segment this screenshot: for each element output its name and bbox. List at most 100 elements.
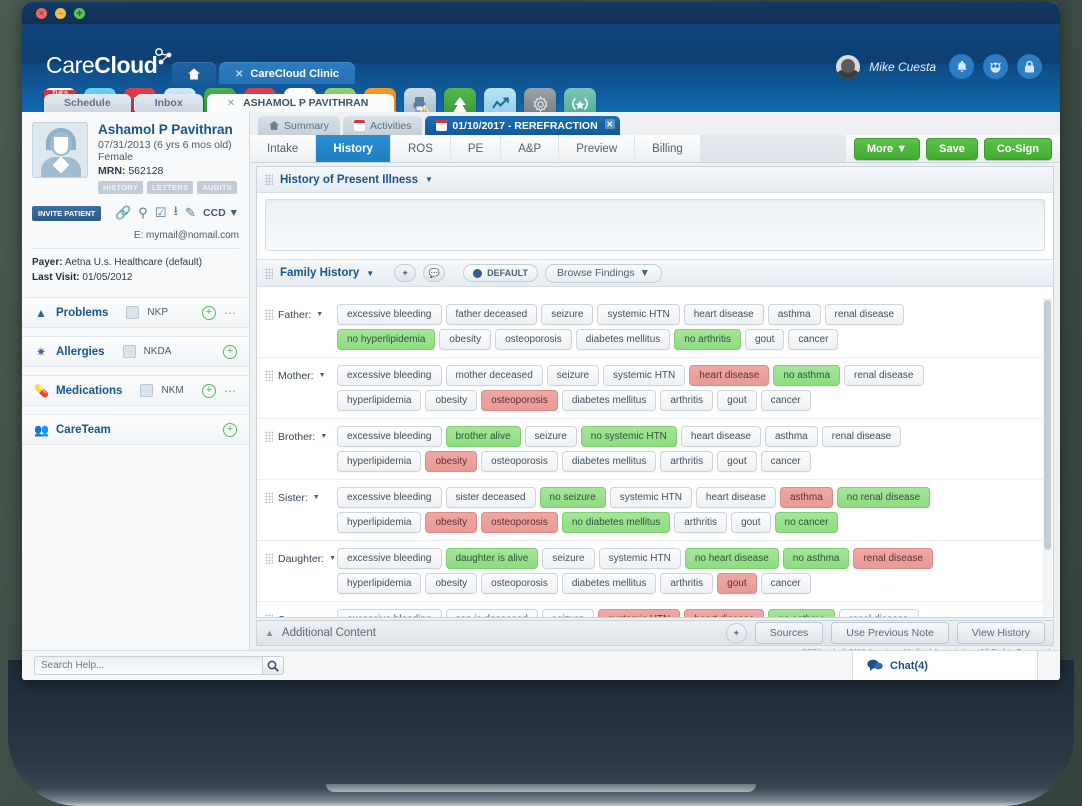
- finding-tag[interactable]: mother deceased: [446, 365, 543, 386]
- hpi-section-header[interactable]: History of Present Illness ▼: [257, 167, 1053, 193]
- co-sign-button[interactable]: Co-Sign: [984, 138, 1052, 160]
- finding-tag[interactable]: obesity: [439, 329, 491, 350]
- pencil-icon[interactable]: ✎: [185, 205, 196, 221]
- finding-tag[interactable]: brother alive: [446, 426, 521, 447]
- add-careteam-button[interactable]: +: [223, 423, 237, 437]
- comment-icon[interactable]: 💬: [423, 264, 445, 282]
- finding-tag[interactable]: osteoporosis: [481, 512, 558, 533]
- allergies-checkbox[interactable]: [123, 345, 136, 358]
- sidebar-item-medications[interactable]: 💊 Medications NKM + ⋯: [22, 375, 249, 406]
- problems-more-button[interactable]: ⋯: [224, 306, 237, 320]
- carecloud-logo[interactable]: CareCloud: [46, 52, 157, 79]
- finding-tag[interactable]: systemic HTN: [598, 609, 680, 617]
- finding-tag[interactable]: diabetes mellitus: [562, 390, 656, 411]
- finding-tag[interactable]: osteoporosis: [495, 329, 572, 350]
- finding-tag[interactable]: cancer: [761, 573, 811, 594]
- finding-tag[interactable]: renal disease: [822, 426, 901, 447]
- finding-tag[interactable]: gout: [717, 390, 756, 411]
- hpi-textarea[interactable]: [265, 199, 1045, 251]
- drag-grip-icon[interactable]: [265, 492, 273, 503]
- finding-tag[interactable]: no cancer: [775, 512, 839, 533]
- finding-tag[interactable]: hyperlipidemia: [337, 573, 421, 594]
- pharmacy-icon[interactable]: ⚲: [138, 205, 148, 221]
- finding-tag[interactable]: no heart disease: [685, 548, 779, 569]
- finding-tag[interactable]: heart disease: [681, 426, 761, 447]
- family-relation-label[interactable]: Sister:▼: [265, 492, 337, 504]
- chevron-down-icon[interactable]: ▼: [425, 175, 433, 184]
- finding-tag[interactable]: arthritis: [660, 390, 713, 411]
- finding-tag[interactable]: seizure: [547, 365, 599, 386]
- chevron-down-icon[interactable]: ▼: [313, 494, 320, 501]
- finding-tag[interactable]: cancer: [788, 329, 838, 350]
- finding-tag[interactable]: father deceased: [446, 304, 538, 325]
- header-tab-carecloud-clinic[interactable]: ✕ CareCloud Clinic: [219, 62, 355, 84]
- finding-tag[interactable]: renal disease: [853, 548, 932, 569]
- chevron-down-icon[interactable]: ▼: [316, 311, 323, 318]
- wand-icon[interactable]: ✦: [726, 623, 747, 644]
- finding-tag[interactable]: no systemic HTN: [581, 426, 677, 447]
- finding-tag[interactable]: renal disease: [844, 365, 923, 386]
- finding-tag[interactable]: osteoporosis: [481, 573, 558, 594]
- window-minimize-button[interactable]: −: [55, 8, 66, 19]
- finding-tag[interactable]: diabetes mellitus: [562, 573, 656, 594]
- workspace-tab-inbox[interactable]: Inbox: [135, 94, 203, 112]
- finding-tag[interactable]: obesity: [425, 573, 477, 594]
- tab-pe[interactable]: PE: [451, 135, 501, 162]
- drag-grip-icon[interactable]: [265, 309, 273, 320]
- avatar[interactable]: [836, 55, 860, 79]
- finding-tag[interactable]: hyperlipidemia: [337, 390, 421, 411]
- finding-tag[interactable]: no asthma: [783, 548, 850, 569]
- finding-tag[interactable]: heart disease: [689, 365, 769, 386]
- tab-ros[interactable]: ROS: [391, 135, 451, 162]
- tab-billing[interactable]: Billing: [635, 135, 701, 162]
- finding-tag[interactable]: hyperlipidemia: [337, 512, 421, 533]
- link-icon[interactable]: 🔗: [115, 205, 131, 221]
- finding-tag[interactable]: gout: [745, 329, 784, 350]
- chevron-down-icon[interactable]: ▼: [320, 433, 327, 440]
- chevron-down-icon[interactable]: ▼: [329, 555, 336, 562]
- finding-tag[interactable]: no diabetes mellitus: [562, 512, 670, 533]
- drag-grip-icon[interactable]: [265, 268, 273, 279]
- finding-tag[interactable]: arthritis: [660, 573, 713, 594]
- drag-grip-icon[interactable]: [265, 370, 273, 381]
- finding-tag[interactable]: systemic HTN: [610, 487, 692, 508]
- download-icon[interactable]: ⭳: [173, 202, 178, 224]
- finding-tag[interactable]: no asthma: [773, 365, 840, 386]
- finding-tag[interactable]: gout: [717, 451, 756, 472]
- support-owl-icon[interactable]: [983, 54, 1008, 79]
- finding-tag[interactable]: renal disease: [839, 609, 918, 617]
- problems-checkbox[interactable]: [126, 306, 139, 319]
- chip-audits[interactable]: AUDITS: [197, 181, 237, 194]
- tab-anp[interactable]: A&P: [501, 135, 559, 162]
- family-relation-label[interactable]: Daughter:▼: [265, 553, 337, 565]
- finding-tag[interactable]: excessive bleeding: [337, 609, 442, 617]
- finding-tag[interactable]: renal disease: [825, 304, 904, 325]
- ccd-dropdown[interactable]: CCD ▼: [203, 207, 239, 219]
- tab-preview[interactable]: Preview: [559, 135, 635, 162]
- view-history-button[interactable]: View History: [957, 622, 1045, 644]
- finding-tag[interactable]: asthma: [765, 426, 818, 447]
- sources-button[interactable]: Sources: [755, 622, 824, 644]
- search-icon[interactable]: [262, 656, 284, 675]
- chat-widget[interactable]: Chat(4): [852, 650, 1038, 680]
- encounter-tab-summary[interactable]: Summary: [258, 116, 340, 135]
- family-relation-label[interactable]: Brother:▼: [265, 431, 337, 443]
- finding-tag[interactable]: osteoporosis: [481, 390, 558, 411]
- tab-intake[interactable]: Intake: [250, 135, 316, 162]
- patient-avatar[interactable]: [32, 122, 88, 178]
- finding-tag[interactable]: gout: [731, 512, 770, 533]
- finding-tag[interactable]: seizure: [542, 548, 594, 569]
- finding-tag[interactable]: seizure: [525, 426, 577, 447]
- notifications-bell-icon[interactable]: [949, 54, 974, 79]
- browse-findings-button[interactable]: Browse Findings ▼: [545, 264, 662, 283]
- wand-icon[interactable]: ✦: [394, 264, 416, 282]
- encounter-tab-activities[interactable]: Activities: [343, 116, 422, 135]
- drag-grip-icon[interactable]: [265, 431, 273, 442]
- finding-tag[interactable]: excessive bleeding: [337, 304, 442, 325]
- finding-tag[interactable]: obesity: [425, 390, 477, 411]
- finding-tag[interactable]: seizure: [542, 609, 594, 617]
- finding-tag[interactable]: excessive bleeding: [337, 548, 442, 569]
- finding-tag[interactable]: no arthritis: [674, 329, 741, 350]
- finding-tag[interactable]: asthma: [768, 304, 821, 325]
- family-relation-label[interactable]: Son:▼: [265, 614, 337, 618]
